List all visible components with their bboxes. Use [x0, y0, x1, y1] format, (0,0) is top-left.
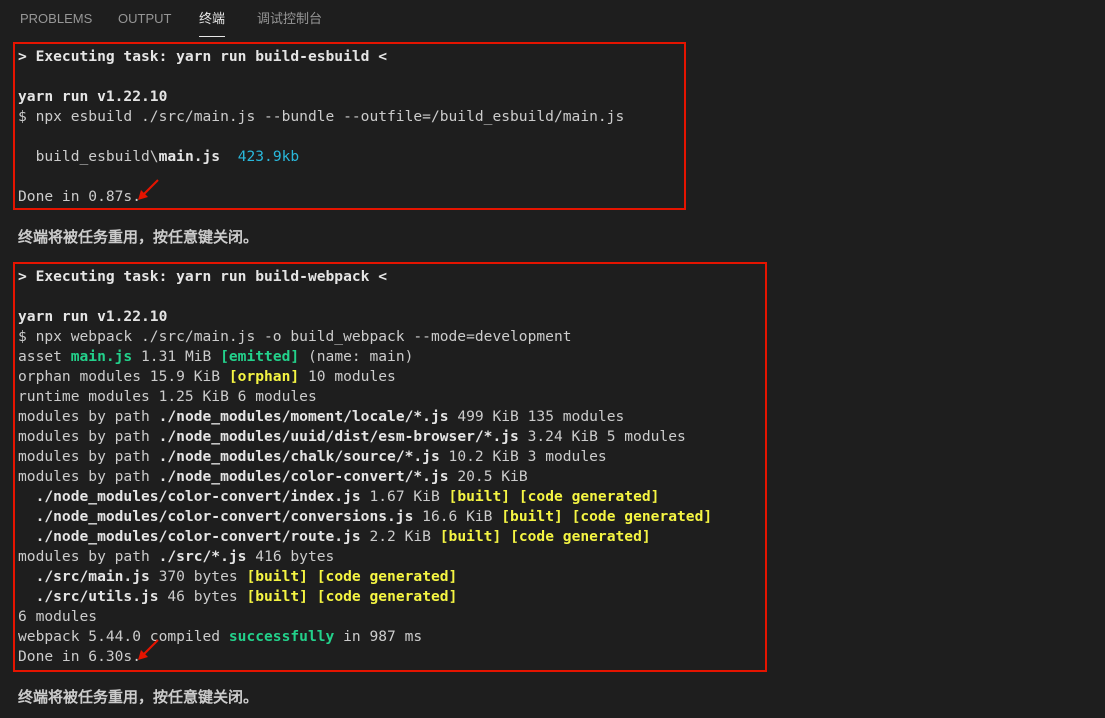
esbuild-reuse-note: 终端将被任务重用，按任意键关闭。 [18, 228, 259, 246]
webpack-time-arrow-icon [138, 639, 159, 660]
webpack-reuse-note: 终端将被任务重用，按任意键关闭。 [18, 688, 259, 706]
webpack-highlight-box [13, 262, 767, 672]
esbuild-highlight-box [13, 42, 686, 210]
esbuild-time-arrow-icon [138, 179, 159, 200]
